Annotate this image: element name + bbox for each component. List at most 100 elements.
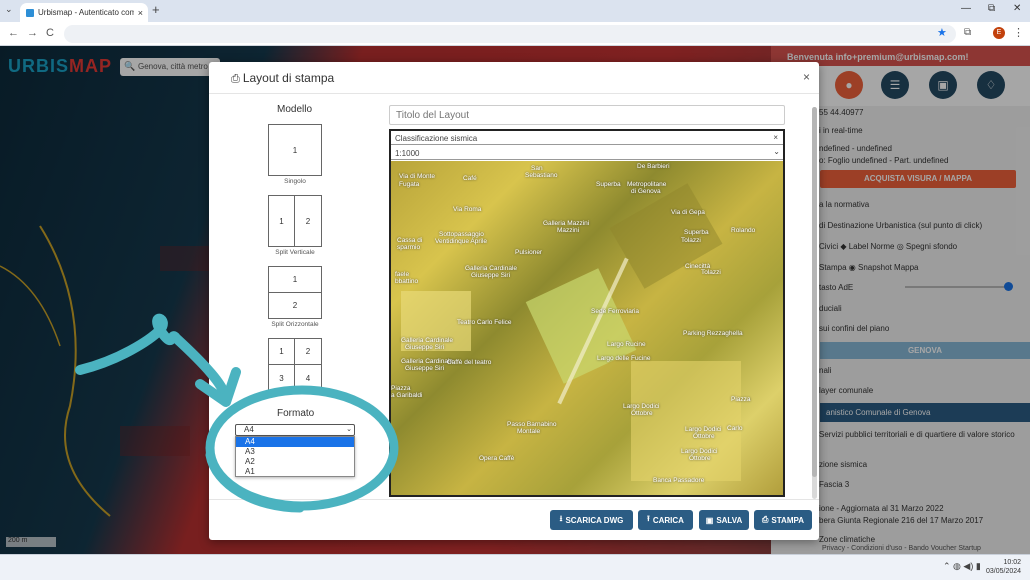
map-label: Galleria Cardinale — [465, 265, 518, 272]
browser-tabstrip: ⌄ Urbismap - Autenticato come × + — ⧉ ✕ — [0, 0, 1030, 22]
save-icon: ▣ — [705, 515, 714, 525]
stampa-button[interactable]: ⎙ STAMPA — [754, 510, 812, 530]
map-label: Parking Rezzaghella — [683, 330, 743, 337]
os-taskbar: ⌃ ◍ ◀) ▮ 10:02 03/05/2024 — [0, 554, 1030, 580]
template-cell: 2 — [295, 339, 321, 365]
browser-tab[interactable]: Urbismap - Autenticato come × — [20, 3, 148, 22]
forward-icon[interactable]: → — [27, 27, 38, 39]
map-label: Largo Dodici — [681, 448, 718, 455]
map-label: Teatro Carlo Felice — [457, 319, 512, 326]
map-label: Piazza — [731, 396, 751, 403]
template-cell: 2 — [305, 216, 311, 226]
template-caption: Singolo — [284, 178, 306, 185]
carica-button[interactable]: ⭱ CARICA — [638, 510, 693, 530]
modal-header: ⎙ Layout di stampa × — [209, 62, 819, 94]
template-cell: 1 — [269, 196, 295, 246]
browser-menu-icon[interactable]: ⋮ — [1013, 26, 1024, 39]
map-label: De Barbieri — [637, 163, 670, 170]
map-label: Largo delle Fucine — [597, 355, 651, 362]
clock-time: 10:02 — [1003, 559, 1022, 566]
scarica-dwg-button[interactable]: ⭳ SCARICA DWG — [550, 510, 633, 530]
salva-button[interactable]: ▣ SALVA — [699, 510, 749, 530]
formato-select[interactable]: A4 ⌄ — [235, 424, 355, 436]
map-label: Caffè del teatro — [447, 359, 492, 366]
map-label: Mazzini — [557, 227, 580, 234]
close-icon[interactable]: × — [803, 70, 810, 84]
template-quad[interactable]: 1 2 3 4 — [268, 338, 322, 392]
map-label: Giuseppe Siri — [405, 344, 445, 351]
map-label: di Genova — [631, 188, 661, 195]
map-label: Café — [463, 175, 477, 182]
map-label: Galleria Cardinale — [401, 337, 454, 344]
map-label: Banca Passadore — [653, 477, 705, 484]
address-bar[interactable] — [64, 25, 956, 43]
reload-icon[interactable]: C — [46, 27, 54, 39]
close-tab-icon[interactable]: × — [138, 8, 143, 18]
template-cell: 1 — [269, 267, 321, 293]
clock[interactable]: 10:02 03/05/2024 — [986, 558, 1021, 576]
map-label: Giuseppe Siri — [471, 272, 511, 279]
map-label: Passo Barnabino — [507, 421, 557, 428]
preview-map-image: Via di Monte Fugata Café San Sebastiano Super… — [391, 161, 783, 495]
formato-label: Formato — [277, 408, 315, 419]
formato-option[interactable]: A3 — [236, 447, 354, 457]
map-label: Ottobre — [689, 455, 711, 462]
chevron-down-icon: ⌄ — [773, 147, 780, 156]
formato-option[interactable]: A1 — [236, 467, 354, 477]
template-cell: 4 — [305, 373, 311, 383]
map-label: Montale — [517, 428, 541, 435]
map-label: sparmio — [397, 244, 421, 251]
template-cell: 2 — [292, 301, 298, 310]
layout-title-input[interactable] — [389, 105, 785, 125]
modal-title: ⎙ Layout di stampa — [231, 71, 335, 85]
map-label: Pulsioner — [515, 249, 543, 256]
clear-icon[interactable]: × — [773, 133, 778, 142]
new-tab-button[interactable]: + — [152, 2, 160, 17]
system-tray-icons[interactable]: ⌃ ◍ ◀) ▮ — [943, 561, 981, 572]
map-label: Galleria Mazzini — [543, 220, 590, 227]
map-label: a Garibaldi — [391, 392, 423, 399]
template-split-orizzontale[interactable]: 1 2 — [268, 266, 322, 319]
scale-select[interactable]: 1:1000 ⌄ — [391, 146, 783, 160]
minimize-icon[interactable]: — — [961, 3, 971, 14]
map-label: Sebastiano — [525, 172, 558, 179]
clock-date: 03/05/2024 — [986, 568, 1022, 575]
formato-option[interactable]: A4 — [236, 437, 354, 447]
modal-scrollbar-thumb[interactable] — [812, 107, 817, 477]
map-label: Carlo — [727, 425, 743, 432]
map-label: Rolando — [731, 227, 756, 234]
profile-avatar[interactable]: E — [993, 27, 1005, 39]
map-label: Ottobre — [693, 433, 715, 440]
tab-search-icon[interactable]: ⌄ — [5, 4, 13, 15]
template-caption: Split Orizzontale — [271, 321, 319, 328]
map-label: Piazza — [391, 385, 411, 392]
template-singolo[interactable]: 1 — [268, 124, 322, 176]
window-close-icon[interactable]: ✕ — [1013, 3, 1021, 14]
template-cell: 3 — [269, 365, 295, 391]
template-cell: 1 — [292, 145, 298, 155]
map-label: Ottobre — [631, 410, 653, 417]
template-split-verticale[interactable]: 1 2 — [268, 195, 322, 247]
map-block — [525, 268, 637, 384]
layer-select[interactable]: Classificazione sismica × — [391, 131, 783, 145]
extensions-icon[interactable]: ⧉ — [964, 27, 971, 38]
map-label: Metropolitane — [627, 181, 667, 188]
map-preview[interactable]: Classificazione sismica × 1:1000 ⌄ Via d… — [389, 129, 785, 497]
formato-selected-value: A4 — [244, 425, 254, 434]
map-label: Largo Rucine — [607, 341, 646, 348]
bookmark-star-icon[interactable]: ★ — [937, 26, 947, 39]
map-label: Sottopassaggio — [439, 231, 484, 238]
formato-option[interactable]: A2 — [236, 457, 354, 467]
back-icon[interactable]: ← — [8, 27, 19, 39]
chevron-down-icon: ⌄ — [346, 426, 352, 433]
formato-dropdown: A4 A3 A2 A1 — [235, 436, 355, 477]
template-cell: 1 — [269, 339, 295, 365]
restore-icon[interactable]: ⧉ — [988, 3, 995, 14]
printer-icon: ⎙ — [231, 73, 240, 85]
map-label: Sede Ferroviaria — [591, 308, 640, 315]
scale-select-value: 1:1000 — [395, 149, 420, 158]
upload-icon: ⭱ — [647, 514, 650, 523]
map-label: Fugata — [399, 181, 420, 188]
map-label: Largo Dodici — [623, 403, 660, 410]
browser-toolbar: ← → C ★ ⧉ E ⋮ — [0, 22, 1030, 46]
